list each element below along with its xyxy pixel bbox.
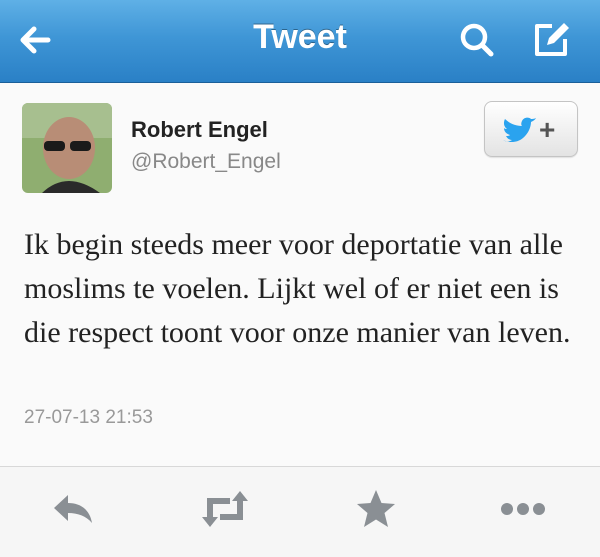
follow-button[interactable]: + [484, 101, 578, 157]
author-name[interactable]: Robert Engel [131, 117, 268, 143]
tweet-detail: Robert Engel @Robert_Engel + Ik begin st… [0, 83, 600, 467]
favorite-button[interactable] [351, 487, 401, 531]
avatar[interactable] [22, 103, 112, 193]
more-button[interactable] [498, 487, 548, 531]
page-title: Tweet [253, 18, 347, 56]
compose-icon [535, 23, 569, 56]
profile-photo-icon [22, 103, 112, 193]
search-icon [460, 23, 494, 57]
retweet-icon [202, 491, 248, 527]
retweet-button[interactable] [200, 487, 250, 531]
star-icon [357, 490, 395, 527]
follow-plus-label: + [539, 114, 555, 145]
tweet-text: Ik begin steeds meer voor deportatie van… [24, 228, 571, 349]
compose-button[interactable] [528, 16, 576, 64]
reply-icon [54, 495, 92, 523]
action-bar [0, 467, 600, 557]
author-handle[interactable]: @Robert_Engel [131, 150, 281, 174]
more-icon [501, 503, 545, 515]
reply-button[interactable] [48, 487, 98, 531]
tweet-timestamp: 27-07-13 21:53 [24, 407, 153, 428]
search-button[interactable] [454, 16, 502, 64]
twitter-bird-plus-icon: + [503, 114, 555, 145]
navigation-bar: Tweet [0, 0, 600, 83]
